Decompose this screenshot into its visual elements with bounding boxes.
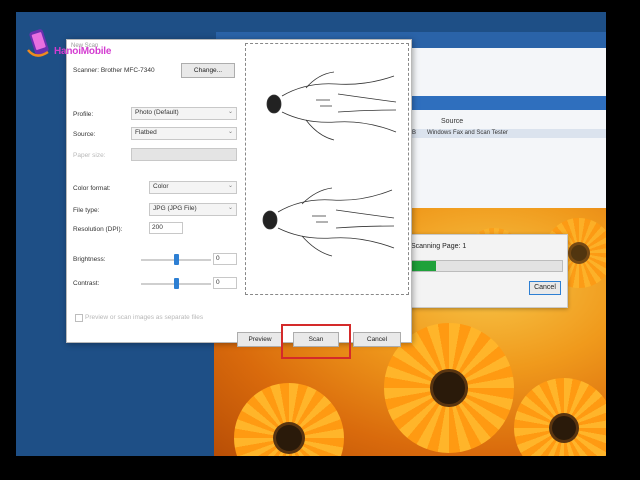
profile-select[interactable]: Photo (Default) ⌄ (131, 107, 237, 120)
brightness-slider-thumb[interactable] (174, 254, 179, 265)
resolution-label: Resolution (DPI): (73, 226, 123, 233)
contrast-slider[interactable] (141, 278, 211, 289)
chevron-down-icon: ⌄ (227, 129, 233, 135)
file-type-select[interactable]: JPG (JPG File) ⌄ (149, 203, 237, 216)
progress-bar-fill (412, 261, 436, 271)
scan-button-highlight (281, 324, 351, 359)
chevron-down-icon: ⌄ (227, 183, 233, 189)
separate-files-label: Preview or scan images as separate files (85, 314, 204, 321)
brightness-value[interactable]: 0 (213, 253, 237, 265)
source-label: Source: (73, 131, 96, 138)
screen: Source 4 KB Windows Fax and Scan Tester … (16, 12, 606, 456)
watermark-logo: HanoiMobile (26, 28, 146, 64)
phone-logo-icon (27, 29, 49, 57)
change-scanner-button[interactable]: Change... (181, 63, 235, 78)
chevron-down-icon: ⌄ (227, 109, 233, 115)
scanning-progress-dialog: Scanning Page: 1 Cancel (404, 234, 568, 308)
preview-button[interactable]: Preview (237, 332, 283, 347)
watermark-text: HanoiMobile (54, 46, 112, 57)
contrast-slider-thumb[interactable] (174, 278, 179, 289)
paper-size-label: Paper size: (73, 152, 106, 159)
paper-size-select (131, 148, 237, 161)
file-list-row[interactable]: 4 KB Windows Fax and Scan Tester (401, 129, 606, 138)
brightness-slider[interactable] (141, 254, 211, 265)
separate-files-checkbox[interactable] (75, 314, 83, 322)
profile-value: Photo (Default) (135, 109, 179, 116)
color-format-value: Color (153, 183, 169, 190)
brightness-label: Brightness: (73, 256, 106, 263)
cancel-button[interactable]: Cancel (353, 332, 401, 347)
source-value: Flatbed (135, 129, 157, 136)
file-type-value: JPG (JPG File) (153, 205, 197, 212)
profile-label: Profile: (73, 111, 94, 118)
source-select[interactable]: Flatbed ⌄ (131, 127, 237, 140)
scanner-label: Scanner: Brother MFC-7340 (73, 67, 155, 74)
contrast-value[interactable]: 0 (213, 277, 237, 289)
scan-preview-pane[interactable] (245, 43, 409, 295)
file-type-label: File type: (73, 207, 100, 214)
color-format-label: Color format: (73, 185, 111, 192)
progress-bar (411, 260, 563, 272)
color-format-select[interactable]: Color ⌄ (149, 181, 237, 194)
chevron-down-icon: ⌄ (227, 205, 233, 211)
file-source: Windows Fax and Scan Tester (427, 130, 508, 136)
flower-image (514, 378, 606, 456)
scanning-status: Scanning Page: 1 (411, 243, 467, 250)
flower-image (234, 383, 344, 456)
column-header-source[interactable]: Source (441, 118, 463, 125)
new-scan-dialog: New Scan × Scanner: Brother MFC-7340 Cha… (66, 39, 412, 359)
progress-cancel-button[interactable]: Cancel (529, 281, 561, 295)
scanned-document-image (262, 71, 397, 257)
contrast-label: Contrast: (73, 280, 100, 287)
resolution-spinner[interactable]: 200 (149, 222, 183, 234)
